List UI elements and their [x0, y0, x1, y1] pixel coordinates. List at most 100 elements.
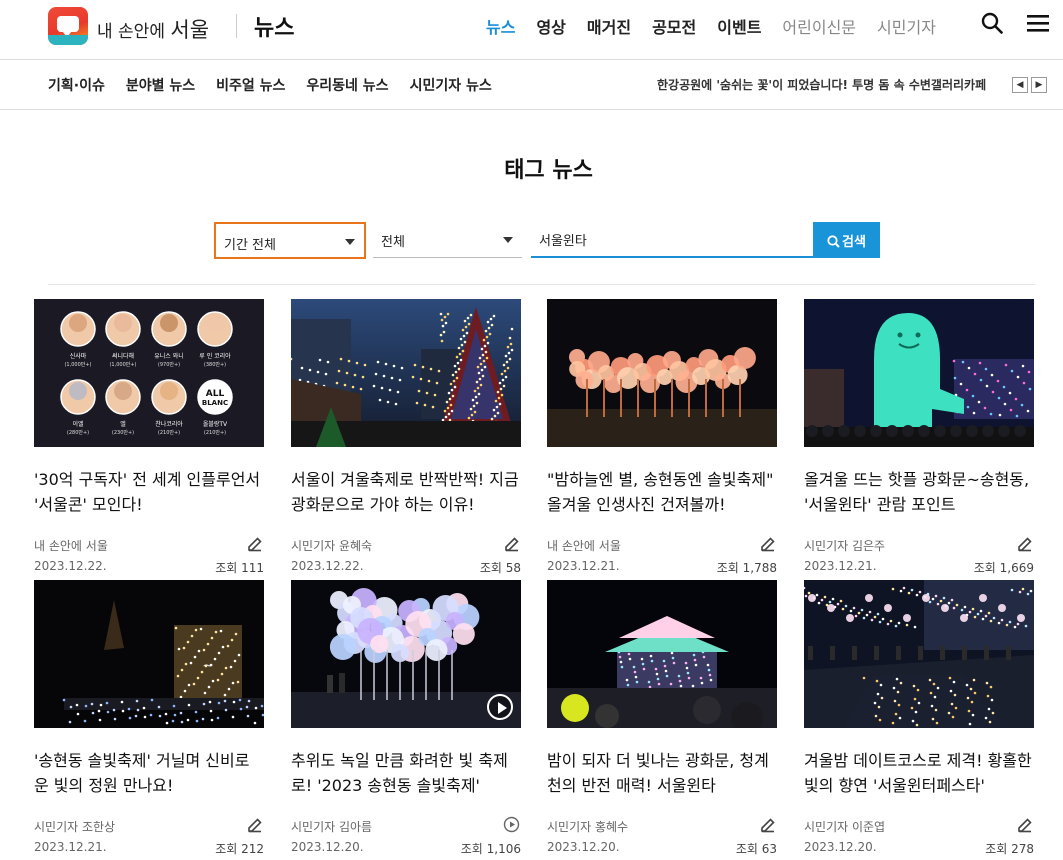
- divider: [48, 284, 1035, 285]
- sub-nav-item[interactable]: 기획·이슈: [48, 75, 105, 95]
- edit-icon: [759, 535, 776, 552]
- nav-item[interactable]: 어린이신문: [782, 14, 856, 38]
- news-author-row: 시민기자 홍혜수: [547, 818, 777, 834]
- news-date-row: 2023.12.21. 조회 1,669: [804, 559, 1034, 575]
- sub-nav: 기획·이슈 분야별 뉴스 비주얼 뉴스 우리동네 뉴스 시민기자 뉴스 한강공원에 '숨…: [0, 60, 1063, 110]
- news-author-row: 시민기자 김은주: [804, 537, 1034, 553]
- news-author: 내 손안에 서울: [547, 539, 621, 553]
- news-thumbnail[interactable]: [291, 580, 521, 728]
- influencer-name: 올블랑TV: [203, 421, 228, 428]
- view-count: 조회 58: [479, 561, 521, 575]
- news-date-row: 2023.12.21. 조회 212: [34, 840, 264, 856]
- nav-item[interactable]: 뉴스: [486, 14, 515, 38]
- nav-item[interactable]: 매거진: [587, 14, 631, 38]
- section-title[interactable]: 뉴스: [254, 10, 294, 42]
- news-card[interactable]: 서울이 겨울축제로 반짝반짝! 지금 광화문으로 가야 하는 이유! 시민기자 윤…: [291, 299, 521, 575]
- news-title[interactable]: 추위도 녹일 만큼 화려한 빛 축제로! '2023 송현동 솔빛축제': [291, 748, 521, 798]
- search-button-label: 검색: [842, 234, 866, 250]
- influencer-name: 루 인 코리아: [199, 352, 231, 360]
- search-icon[interactable]: [981, 12, 1003, 34]
- news-thumbnail[interactable]: [804, 580, 1034, 728]
- edit-icon: [1016, 535, 1033, 552]
- influencer-name: 유니스 와니: [154, 352, 184, 360]
- hamburger-menu-icon[interactable]: [1027, 12, 1049, 34]
- news-date: 2023.12.21.: [547, 559, 620, 573]
- edit-icon: [246, 816, 263, 833]
- news-thumbnail[interactable]: 신사마 (1,000만+) 써니다해 (1,000만+) 유니스 와니 (970만+) 루 …: [34, 299, 264, 447]
- influencer-name: 신사마: [70, 352, 87, 360]
- news-card[interactable]: ~ '송현동 솔빛축제' 거닐며 신비로운 빛의 정원 만나요! 시민기자 조한상 2…: [34, 580, 264, 856]
- play-icon: [503, 816, 520, 833]
- news-title[interactable]: 올겨울 뜨는 핫플 광화문~송현동, '서울윈타' 관람 포인트: [804, 467, 1034, 517]
- site-name[interactable]: 내 손안에 서울: [97, 14, 209, 44]
- nav-item[interactable]: 시민기자: [877, 14, 936, 38]
- news-date-row: 2023.12.21. 조회 1,788: [547, 559, 777, 575]
- view-count: 조회 111: [215, 561, 264, 575]
- seoul-logo-icon[interactable]: [48, 7, 88, 45]
- news-thumbnail[interactable]: [291, 299, 521, 447]
- news-date-row: 2023.12.20. 조회 1,106: [291, 840, 521, 856]
- ticker-prev-button[interactable]: ◀: [1012, 77, 1028, 93]
- nav-item[interactable]: 영상: [536, 14, 565, 38]
- news-title[interactable]: 겨울밤 데이트코스로 제격! 황홀한 빛의 향연 '서울윈터페스타': [804, 748, 1034, 798]
- view-count: 조회 278: [985, 842, 1034, 856]
- news-thumbnail[interactable]: ~: [34, 580, 264, 728]
- influencer-logo-text: BLANC: [202, 399, 228, 407]
- nav-item[interactable]: 이벤트: [717, 14, 761, 38]
- sub-nav-items: 기획·이슈 분야별 뉴스 비주얼 뉴스 우리동네 뉴스 시민기자 뉴스: [48, 75, 513, 95]
- ticker-next-button[interactable]: ▶: [1031, 77, 1047, 93]
- news-title[interactable]: 서울이 겨울축제로 반짝반짝! 지금 광화문으로 가야 하는 이유!: [291, 467, 521, 517]
- news-title[interactable]: 밤이 되자 더 빛나는 광화문, 청계천의 반전 매력! 서울윈타: [547, 748, 777, 798]
- edit-icon: [246, 535, 263, 552]
- news-card[interactable]: "밤하늘엔 별, 송현동엔 솔빛축제" 올겨울 인생사진 건져볼까! 내 손안에 …: [547, 299, 777, 575]
- news-author: 시민기자 김아름: [291, 820, 373, 834]
- news-ticker[interactable]: 한강공원에 '숨쉬는 꽃'이 피었습니다! 투명 돔 속 수변갤러리카페: [657, 76, 997, 96]
- news-card[interactable]: 겨울밤 데이트코스로 제격! 황홀한 빛의 향연 '서울윈터페스타' 시민기자 이…: [804, 580, 1034, 856]
- news-author: 시민기자 윤혜숙: [291, 539, 373, 553]
- nav-item[interactable]: 공모전: [652, 14, 696, 38]
- tag-search-input[interactable]: [531, 222, 813, 256]
- news-author-row: 시민기자 윤혜숙: [291, 537, 521, 553]
- search-icon: [827, 234, 840, 248]
- news-author-row: 시민기자 김아름: [291, 816, 521, 834]
- category-select-value: 전체: [381, 235, 405, 250]
- search-button[interactable]: 검색: [813, 222, 880, 258]
- news-date: 2023.12.21.: [34, 840, 107, 854]
- news-thumbnail[interactable]: [547, 299, 777, 447]
- news-card[interactable]: 추위도 녹일 만큼 화려한 빛 축제로! '2023 송현동 솔빛축제' 시민기자…: [291, 580, 521, 856]
- news-date-row: 2023.12.22. 조회 58: [291, 559, 521, 575]
- view-count: 조회 1,788: [716, 561, 777, 575]
- view-count: 조회 1,106: [460, 842, 521, 856]
- header-divider: [236, 14, 237, 38]
- period-select-value: 기간 전체: [224, 238, 276, 253]
- news-title[interactable]: '30억 구독자' 전 세계 인플루언서 '서울콘' 모인다!: [34, 467, 264, 517]
- period-select[interactable]: 기간 전체: [214, 222, 366, 259]
- top-header: 내 손안에 서울 뉴스 뉴스 영상 매거진 공모전 이벤트 어린이신문 시민기자: [0, 0, 1063, 60]
- influencer-logo-text: ALL: [206, 389, 225, 399]
- news-date: 2023.12.22.: [34, 559, 107, 573]
- play-icon[interactable]: [487, 694, 513, 720]
- news-card[interactable]: 밤이 되자 더 빛나는 광화문, 청계천의 반전 매력! 서울윈타시민기자 홍혜…: [547, 580, 777, 856]
- news-title[interactable]: '송현동 솔빛축제' 거닐며 신비로운 빛의 정원 만나요!: [34, 748, 264, 798]
- news-date-row: 2023.12.20. 조회 278: [804, 840, 1034, 856]
- chevron-down-icon: [345, 239, 355, 245]
- news-thumbnail[interactable]: [804, 299, 1034, 447]
- sub-nav-item[interactable]: 비주얼 뉴스: [216, 75, 285, 95]
- category-select[interactable]: 전체: [373, 222, 522, 258]
- news-author-row: 내 손안에 서울: [547, 537, 777, 553]
- main-nav: 뉴스 영상 매거진 공모전 이벤트 어린이신문 시민기자: [486, 14, 957, 38]
- news-thumbnail[interactable]: [547, 580, 777, 728]
- news-author: 내 손안에 서울: [34, 539, 108, 553]
- influencer-count: (230만+): [112, 429, 134, 436]
- sub-nav-item[interactable]: 시민기자 뉴스: [410, 75, 492, 95]
- news-card[interactable]: 올겨울 뜨는 핫플 광화문~송현동, '서울윈타' 관람 포인트시민기자 김은주…: [804, 299, 1034, 575]
- sub-nav-item[interactable]: 우리동네 뉴스: [306, 75, 388, 95]
- influencer-name: 이엘: [72, 420, 84, 428]
- news-title[interactable]: "밤하늘엔 별, 송현동엔 솔빛축제" 올겨울 인생사진 건져볼까!: [547, 467, 777, 517]
- sub-nav-item[interactable]: 분야별 뉴스: [126, 75, 195, 95]
- news-card[interactable]: 신사마 (1,000만+) 써니다해 (1,000만+) 유니스 와니 (970만+) 루 …: [34, 299, 264, 575]
- news-date: 2023.12.20.: [547, 840, 620, 854]
- page-title: 태그 뉴스: [504, 158, 593, 183]
- influencer-count: (1,000만+): [64, 361, 91, 368]
- influencer-count: (1,000만+): [109, 361, 136, 368]
